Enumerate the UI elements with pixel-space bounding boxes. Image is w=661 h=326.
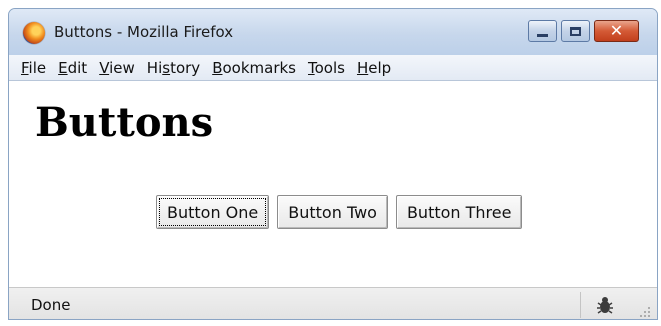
menu-edit[interactable]: Edit [58,59,87,77]
close-icon: ✕ [609,21,624,40]
page-content: Buttons Button One Button Two Button Thr… [9,81,657,287]
button-two[interactable]: Button Two [277,195,388,229]
menu-tools[interactable]: Tools [308,59,345,77]
maximize-button[interactable] [561,20,590,42]
window-title: Buttons - Mozilla Firefox [54,23,234,41]
minimize-button[interactable] [528,20,557,42]
menu-bar: File Edit View History Bookmarks Tools H… [9,55,657,81]
status-text: Done [31,296,71,314]
menu-view[interactable]: View [99,59,135,77]
browser-window: Buttons - Mozilla Firefox ✕ File Edit Vi… [8,8,658,320]
button-three[interactable]: Button Three [395,195,523,229]
resize-grip-icon[interactable] [639,306,651,318]
page-heading: Buttons [35,99,214,146]
status-bar: Done [9,287,657,319]
button-row: Button One Button Two Button Three [156,195,523,229]
status-divider [580,292,581,318]
menu-file[interactable]: File [21,59,46,77]
bug-icon[interactable] [593,293,617,317]
title-bar[interactable]: Buttons - Mozilla Firefox ✕ [9,9,657,55]
menu-history[interactable]: History [147,59,200,77]
maximize-icon [570,26,581,36]
menu-bookmarks[interactable]: Bookmarks [212,59,296,77]
firefox-icon [23,22,45,44]
button-one[interactable]: Button One [156,195,270,229]
close-button[interactable]: ✕ [594,20,639,42]
minimize-icon [537,33,548,37]
menu-help[interactable]: Help [357,59,391,77]
